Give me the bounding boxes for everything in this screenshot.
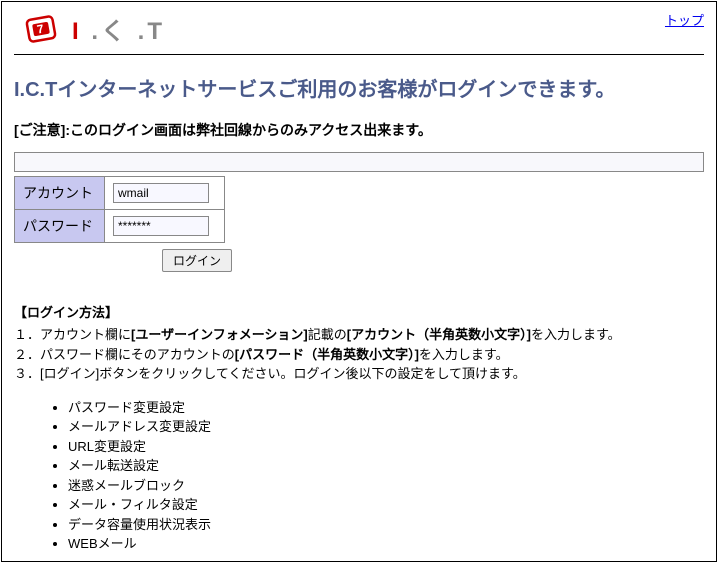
step-3: ３．[ログイン]ボタンをクリックしてください。ログイン後以下の設定をして頂けます… <box>14 364 704 384</box>
list-item: WEBメール <box>68 534 704 554</box>
top-link[interactable]: トップ <box>665 10 704 29</box>
list-item: メール転送設定 <box>68 456 704 476</box>
password-label: パスワード <box>15 210 105 243</box>
account-input[interactable] <box>113 183 209 203</box>
list-item: パスワード変更設定 <box>68 398 704 418</box>
list-item: メール・フィルタ設定 <box>68 495 704 515</box>
instructions-head: 【ログイン方法】 <box>14 302 704 321</box>
login-form: アカウント パスワード <box>14 176 225 243</box>
feature-list: パスワード変更設定 メールアドレス変更設定 URL変更設定 メール転送設定 迷惑… <box>14 398 704 554</box>
instruction-steps: １．アカウント欄に[ユーザーインフォメーション]記載の[アカウント（半角英数小文… <box>14 325 704 384</box>
list-item: 迷惑メールブロック <box>68 476 704 496</box>
page-title: I.C.Tインターネットサービスご利用のお客様がログインできます。 <box>14 73 704 102</box>
step-2: ２．パスワード欄にそのアカウントの[パスワード（半角英数小文字）]を入力します。 <box>14 345 704 365</box>
password-input[interactable] <box>113 216 209 236</box>
login-button[interactable]: ログイン <box>162 249 232 272</box>
logo: 7 I .く .T <box>22 10 165 46</box>
account-label: アカウント <box>15 177 105 210</box>
message-box <box>14 152 704 172</box>
list-item: メールアドレス変更設定 <box>68 417 704 437</box>
list-item: データ容量使用状況表示 <box>68 515 704 535</box>
step-1: １．アカウント欄に[ユーザーインフォメーション]記載の[アカウント（半角英数小文… <box>14 325 704 345</box>
notice-text: [ご注意]:このログイン画面は弊社回線からのみアクセス出来ます。 <box>14 120 704 140</box>
divider <box>14 54 704 55</box>
list-item: URL変更設定 <box>68 437 704 457</box>
logo-text: I .く .T <box>72 11 165 46</box>
logo-icon: 7 <box>22 10 64 46</box>
